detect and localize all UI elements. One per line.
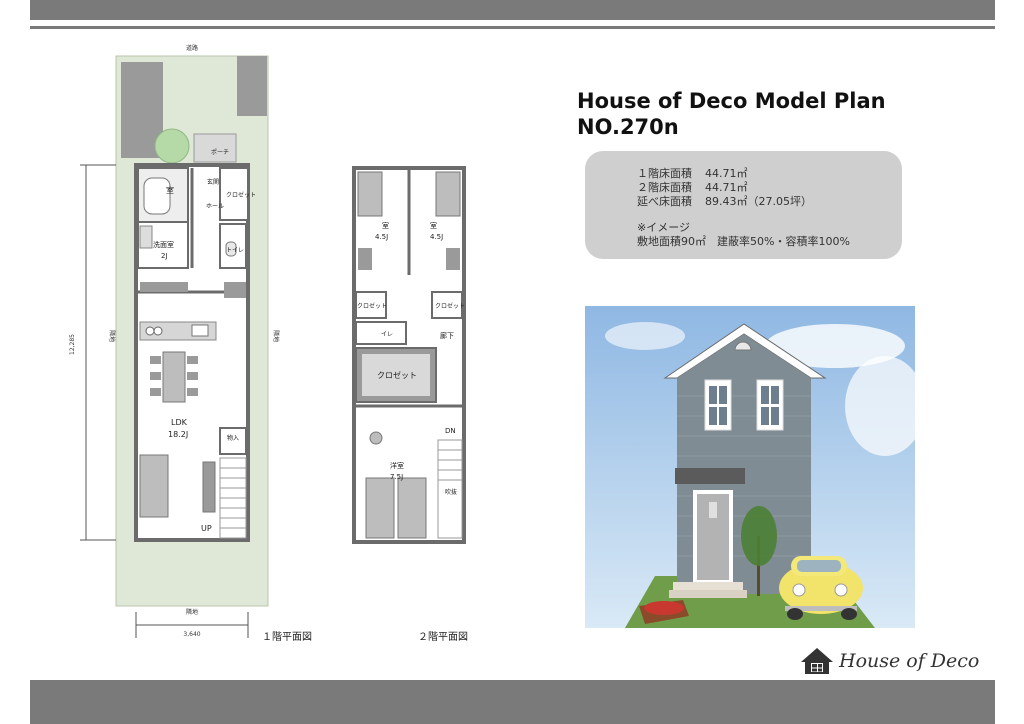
dim-vertical-label: 12,285 [69, 334, 76, 355]
neighbor-left-label: 隣地 [108, 330, 116, 342]
porch [193, 133, 237, 163]
bed-western-2 [397, 477, 427, 539]
stairs-1f [219, 457, 247, 539]
closet-2f-left-label: クロゼット [357, 302, 387, 310]
tree-symbol [154, 128, 190, 164]
room-a-size: 4.5J [375, 233, 388, 241]
house-icon [801, 648, 833, 674]
total-area-value: 89.43㎡（27.05坪） [705, 195, 812, 208]
washroom-label: 洗面室 [153, 240, 174, 249]
washroom-size: 2J [161, 252, 168, 260]
sofa [139, 454, 169, 518]
logo-text: House of Deco [839, 650, 980, 672]
road-label: 道路 [186, 44, 198, 52]
closet-1f-label: クロゼット [226, 191, 256, 199]
site-note: 敷地面積90㎡ 建蔽率50%・容積率100% [637, 235, 850, 248]
void-label: 吹抜 [445, 488, 457, 496]
house-rendering [585, 306, 915, 628]
wash-basin [139, 225, 153, 249]
room-b-label: 室 [430, 221, 437, 230]
window-left [704, 379, 732, 431]
hall-label: ホール [206, 203, 224, 210]
bath-label: 室 [166, 185, 174, 195]
dim-horizontal-label: 3,640 [183, 631, 200, 638]
parking-block-right [237, 56, 267, 116]
title-line-2: NO.270n [577, 115, 679, 139]
area-info-box: １階床面積 44.71㎡ ２階床面積 44.71㎡ 延べ床面積 89.43㎡（27.0… [585, 151, 902, 259]
window-right [756, 379, 784, 431]
title-line-1: House of Deco Model Plan [577, 89, 886, 113]
western-size: 7.5J [390, 473, 403, 481]
storage-label: 物入 [227, 434, 239, 442]
bed-western-1 [365, 477, 395, 539]
plan-1f-caption: １階平面図 [262, 632, 312, 643]
ldk-size: 18.2J [168, 430, 188, 439]
up-label: UP [201, 524, 212, 533]
western-label: 洋室 [390, 461, 404, 470]
room-a-label: 室 [382, 221, 389, 230]
entrance-canopy [675, 468, 745, 484]
bed-room-a [357, 171, 383, 217]
genkan-label: 玄関 [207, 178, 219, 186]
page-title: House of Deco Model Plan NO.270n [577, 88, 886, 140]
bathtub [143, 177, 171, 215]
bottom-band [30, 680, 995, 724]
closet-2f-right-label: クロゼット [435, 302, 465, 310]
toilet-2f-label: イレ [381, 331, 393, 338]
dn-label: DN [445, 427, 456, 435]
toilet-1f-label: トイレ [226, 247, 244, 254]
ldk-label: LDK [171, 418, 188, 427]
corridor-label: 廊下 [440, 331, 454, 340]
bed-room-b [435, 171, 461, 217]
garden-tree [741, 506, 777, 566]
neighbor-bottom-label: 隣地 [186, 608, 198, 616]
porch-label: ポーチ [211, 148, 229, 156]
dining-table [162, 351, 186, 403]
neighbor-right-label: 隣地 [272, 330, 280, 342]
plan-2f-caption: ２階平面図 [418, 632, 468, 643]
closet-center-label: クロゼット [377, 370, 417, 380]
room-b-size: 4.5J [430, 233, 443, 241]
tv-board [202, 461, 216, 513]
brand-logo: House of Deco [797, 644, 987, 680]
total-area-row: 延べ床面積 89.43㎡（27.05坪） [637, 193, 812, 209]
total-area-label: 延べ床面積 [637, 195, 692, 208]
